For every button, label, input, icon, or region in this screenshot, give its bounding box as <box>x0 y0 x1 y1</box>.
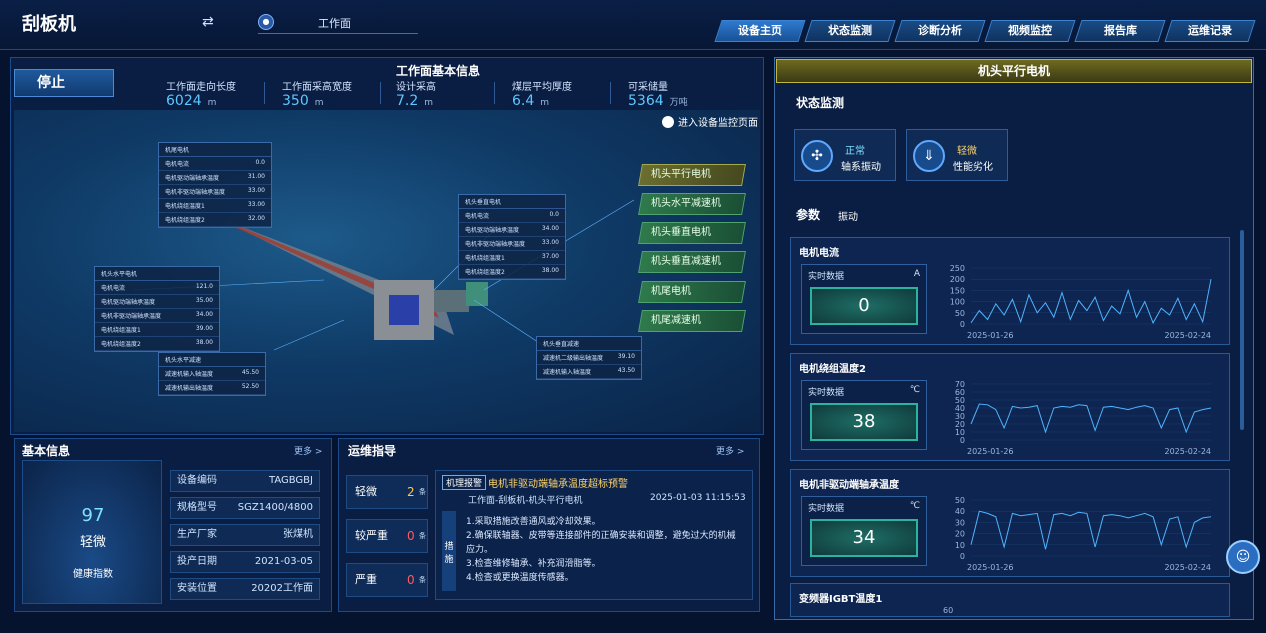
severity-severe[interactable]: 严重 0 条 <box>346 563 428 597</box>
motor-item-parallel[interactable]: 机头平行电机 <box>638 164 746 186</box>
y-tick-label: 30 <box>955 518 965 527</box>
right-title: 机头平行电机 <box>776 59 1252 83</box>
basic-more-link[interactable]: 更多 > <box>294 444 322 457</box>
motor-item-v-motor[interactable]: 机头垂直电机 <box>638 222 746 244</box>
nav-status-monitor[interactable]: 状态监测 <box>804 20 896 42</box>
motor-item-tail-reducer[interactable]: 机尾减速机 <box>638 310 746 332</box>
card-winding-temp: 电机绕组温度2 实时数据 ℃ 38 70 60 50 40 30 20 10 0 2025-01-2… <box>790 353 1230 461</box>
x-tick-label: 2025-02-24 <box>1165 331 1212 340</box>
workface-label: 工作面 <box>318 17 351 30</box>
field-date: 投产日期 2021-03-05 <box>170 551 320 573</box>
y-tick-label: 100 <box>950 298 965 307</box>
y-tick-label: 250 <box>950 264 965 273</box>
y-tick-label: 0 <box>960 320 965 329</box>
nav-device-home[interactable]: 设备主页 <box>714 20 806 42</box>
y-tick-label: 50 <box>955 309 965 318</box>
health-label: 健康指数 <box>73 569 113 580</box>
alarm-time: 2025-01-03 11:15:53 <box>650 493 746 503</box>
right-scrollbar[interactable] <box>1240 230 1244 430</box>
stat-reserves: 可采储量 5364 万吨 <box>628 82 688 109</box>
maint-title: 运维指导 <box>348 444 397 458</box>
alarm-title: 电机非驱动端轴承温度超标预警 <box>488 479 628 490</box>
divider <box>264 82 265 104</box>
alarm-card[interactable]: 机理报警 电机非驱动端轴承温度超标预警 工作面-刮板机-机头平行电机 2025-… <box>435 470 753 600</box>
severity-moderate[interactable]: 较严重 0 条 <box>346 519 428 553</box>
y-tick-label: 20 <box>955 530 965 539</box>
tail-motor-box: 机尾电机 电机电流 0.0 电机驱动端轴承温度 31.00 电机非驱动端轴承温度 33… <box>158 142 272 228</box>
field-model: 规格型号 SGZ1400/4800 <box>170 497 320 519</box>
arrow-circle-icon <box>662 116 674 128</box>
y-tick-label: 200 <box>950 275 965 284</box>
x-tick-label: 2025-02-24 <box>1165 447 1212 456</box>
basic-info-title: 基本信息 <box>22 444 71 458</box>
health-level: 轻微 <box>79 535 106 550</box>
stat-width: 工作面采高宽度 350 m <box>282 82 352 109</box>
status-title: 状态监测 <box>796 96 845 110</box>
motor-item-h-reducer[interactable]: 机头水平减速机 <box>638 193 746 215</box>
vertical-reducer-box: 机头垂直减速 减速机二级输出轴温度 39.10 减速机输入轴温度 43.50 <box>536 336 642 380</box>
nav-diagnosis[interactable]: 诊断分析 <box>894 20 986 42</box>
alarm-tag: 机理报警 <box>442 475 487 490</box>
assistant-robot-icon[interactable]: ☺ <box>1226 540 1260 574</box>
field-maker: 生产厂家 张煤机 <box>170 524 320 546</box>
chart-bearing-temp: 50 40 30 20 10 02025-01-26 2025-02-24 <box>955 496 1212 572</box>
param-tab-vibration[interactable]: 振动 <box>838 208 858 223</box>
series-line <box>970 279 1212 325</box>
motor-item-tail-motor[interactable]: 机尾电机 <box>638 281 746 303</box>
health-gauge: 97 轻微 健康指数 <box>22 460 162 604</box>
horizontal-reducer-box: 机头水平减速 减速机输入轴温度 45.50 减速机输出轴温度 52.50 <box>158 352 266 396</box>
y-tick-label: 0 <box>960 436 965 445</box>
nav-ops-records[interactable]: 运维记录 <box>1164 20 1256 42</box>
horizontal-motor-box: 机头水平电机 电机电流 121.0 电机驱动端轴承温度 35.00 电机非驱动端轴承… <box>94 266 220 352</box>
card-bearing-temp: 电机非驱动端轴承温度 实时数据 ℃ 34 50 40 30 20 10 0 2025-01-26… <box>790 469 1230 577</box>
nav-video[interactable]: 视频监控 <box>984 20 1076 42</box>
chart-current: 250 200 150 100 50 02025-01-26 2025-02-24 <box>950 264 1212 340</box>
swap-icon[interactable]: ⇄ <box>202 14 214 30</box>
stat-length: 工作面走向长度 6024 m <box>166 82 236 109</box>
severity-minor[interactable]: 轻微 2 条 <box>346 475 428 509</box>
stat-thickness: 煤层平均厚度 6.4 m <box>512 82 572 109</box>
enter-monitor-link[interactable]: 进入设备监控页面 <box>662 114 758 129</box>
nav-reports[interactable]: 报告库 <box>1074 20 1166 42</box>
card-current: 电机电流 实时数据 A 0 250 200 150 100 50 0 2025-01-26 202… <box>790 237 1230 345</box>
y-tick-label: 0 <box>960 552 965 561</box>
field-code: 设备编码 TAGBGBJ <box>170 470 320 492</box>
x-tick-label: 2025-01-26 <box>967 447 1014 456</box>
y-tick-label: 40 <box>955 507 965 516</box>
y-tick-label: 50 <box>955 496 965 505</box>
stat-height: 设计采高 7.2 m <box>396 82 436 109</box>
status-performance[interactable]: ⇓ 轻微 性能劣化 <box>906 129 1008 181</box>
divider <box>610 82 611 104</box>
field-location: 安装位置 20202工作面 <box>170 578 320 600</box>
top-bar: 刮板机 ⇄ ● 工作面 设备主页 状态监测 诊断分析 视频监控 报告库 运维记录 <box>0 0 1266 50</box>
divider <box>494 82 495 104</box>
status-badge: 停止 <box>14 69 114 97</box>
y-tick-label: 150 <box>950 286 965 295</box>
maint-more-link[interactable]: 更多 > <box>716 444 744 457</box>
workface-icon: ● <box>258 14 274 30</box>
status-shaft-vibration[interactable]: ✣ 正常 轴系振动 <box>794 129 896 181</box>
card-igbt-temp: 变频器IGBT温度1 60 <box>790 583 1230 617</box>
app-title: 刮板机 <box>22 14 76 35</box>
alarm-steps: 1.采取措施改善通风或冷却效果。 2.确保联轴器、皮带等连接部件的正确安装和调整… <box>466 517 736 583</box>
health-score: 97 <box>81 505 105 526</box>
series-line <box>970 510 1212 550</box>
divider <box>380 82 381 104</box>
down-arrow-icon: ⇓ <box>913 140 945 172</box>
measure-label: 措施 <box>442 511 456 591</box>
x-tick-label: 2025-02-24 <box>1165 563 1212 572</box>
workface-selector[interactable]: ● 工作面 <box>258 12 418 34</box>
alarm-path: 工作面-刮板机-机头平行电机 <box>468 496 583 506</box>
chart-winding-temp: 7060504030201002025-01-26 2025-02-24 <box>955 380 1212 456</box>
y-tick-label: 10 <box>955 541 965 550</box>
vertical-motor-box: 机头垂直电机 电机电流 0.0 电机驱动端轴承温度 34.00 电机非驱动端轴承温度… <box>458 194 566 280</box>
info-title: 工作面基本信息 <box>396 64 481 78</box>
motor-item-v-reducer[interactable]: 机头垂直减速机 <box>638 251 746 273</box>
fan-icon: ✣ <box>801 140 833 172</box>
param-title: 参数 <box>796 208 821 222</box>
x-tick-label: 2025-01-26 <box>967 563 1014 572</box>
x-tick-label: 2025-01-26 <box>967 331 1014 340</box>
